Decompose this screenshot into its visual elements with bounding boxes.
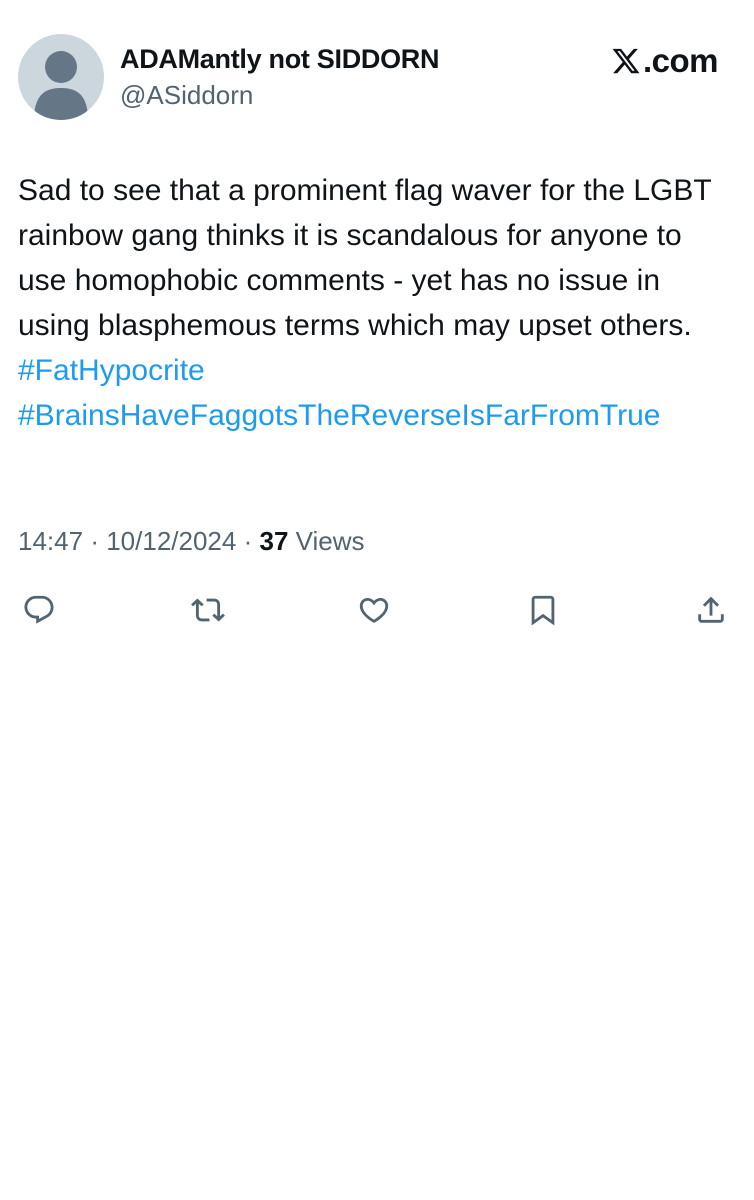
brand-text: .com <box>642 42 719 79</box>
post-text: Sad to see that a prominent flag waver f… <box>18 174 712 342</box>
hashtag-link[interactable]: #FatHypocrite <box>18 348 738 393</box>
reply-button[interactable] <box>17 588 61 632</box>
views-label: Views <box>295 526 365 556</box>
views-count: 37 <box>259 526 289 556</box>
bookmark-icon <box>531 595 555 626</box>
brand-watermark: .com <box>611 42 719 80</box>
meta-separator: · <box>90 526 99 556</box>
post-meta: 14:47 · 10/12/2024 · 37 Views <box>18 526 365 557</box>
display-name[interactable]: ADAMantly not SIDDORN <box>120 44 440 75</box>
default-avatar-icon <box>34 51 88 120</box>
bookmark-button[interactable] <box>521 588 565 632</box>
post-date[interactable]: 10/12/2024 <box>106 526 236 556</box>
user-handle[interactable]: @ASiddorn <box>120 80 253 111</box>
like-button[interactable] <box>352 588 396 632</box>
x-logo-icon <box>612 48 640 74</box>
reply-icon <box>24 595 54 624</box>
repost-button[interactable] <box>186 588 230 632</box>
share-button[interactable] <box>689 588 733 632</box>
action-bar <box>0 588 754 632</box>
repost-icon <box>191 598 225 622</box>
hashtag-link[interactable]: #BrainsHaveFaggotsTheReverseIsFarFromTru… <box>18 393 738 438</box>
avatar[interactable] <box>18 34 104 120</box>
post-body: Sad to see that a prominent flag waver f… <box>18 168 738 438</box>
share-icon <box>698 596 724 623</box>
like-icon <box>359 597 389 623</box>
meta-separator: · <box>243 526 253 556</box>
post-time[interactable]: 14:47 <box>18 526 83 556</box>
